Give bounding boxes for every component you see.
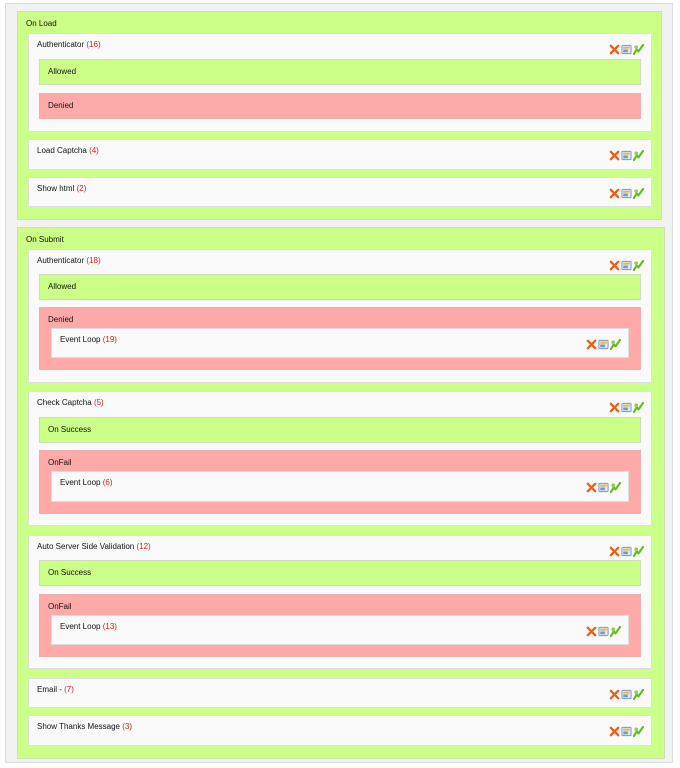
event-allowed: Allowed — [39, 274, 641, 300]
action-load-captcha: Load Captcha (4) — [28, 139, 652, 170]
event-label: OnFail — [48, 458, 72, 467]
action-event-loop: Event Loop (19) — [51, 328, 629, 358]
action-show-html: Show html (2) — [28, 177, 652, 207]
event-label: On Success — [48, 568, 92, 577]
action-label: Event Loop (6) — [60, 478, 113, 487]
event-label: On Success — [48, 425, 92, 434]
action-icons — [609, 188, 644, 199]
move-icon[interactable] — [633, 402, 644, 413]
action-count: (19) — [102, 335, 117, 344]
action-count: (4) — [89, 146, 99, 155]
action-label: Authenticator (18) — [37, 256, 101, 265]
edit-icon[interactable] — [621, 188, 632, 199]
event-label: Allowed — [48, 282, 77, 291]
action-icons — [609, 44, 644, 55]
event-label: Denied — [48, 315, 74, 324]
action-icons — [609, 546, 644, 557]
action-count: (13) — [102, 622, 117, 631]
action-count: (2) — [76, 184, 87, 193]
edit-icon[interactable] — [621, 260, 632, 271]
delete-icon[interactable] — [609, 726, 620, 737]
action-icons — [609, 150, 644, 161]
action-icons — [586, 626, 621, 637]
event-label: Allowed — [48, 67, 77, 76]
action-label: Check Captcha (5) — [37, 398, 104, 407]
action-show-thanks-message: Show Thanks Message (3) — [28, 715, 652, 746]
delete-icon[interactable] — [609, 150, 620, 161]
delete-icon[interactable] — [609, 402, 620, 413]
action-count: (6) — [102, 478, 113, 487]
action-count: (5) — [93, 398, 104, 407]
action-icons — [586, 482, 621, 493]
move-icon[interactable] — [633, 260, 644, 271]
event-on-success: On Success — [39, 560, 641, 586]
delete-icon[interactable] — [609, 546, 620, 557]
section-label: On Load — [26, 19, 57, 28]
action-icons — [586, 339, 621, 350]
move-icon[interactable] — [610, 626, 621, 637]
delete-icon[interactable] — [586, 482, 597, 493]
move-icon[interactable] — [633, 150, 644, 161]
action-icons — [609, 689, 644, 700]
delete-icon[interactable] — [609, 44, 620, 55]
action-count: (12) — [136, 542, 151, 551]
action-label: Load Captcha (4) — [37, 146, 99, 155]
action-event-loop: Event Loop (13) — [51, 615, 629, 645]
action-count: (18) — [86, 256, 101, 265]
event-label: Denied — [48, 101, 74, 110]
action-count: (3) — [122, 722, 133, 731]
delete-icon[interactable] — [609, 260, 620, 271]
action-label: Email - (7) — [37, 685, 74, 694]
action-label: Auto Server Side Validation (12) — [37, 542, 151, 551]
action-label: Show Thanks Message (3) — [37, 722, 133, 731]
action-label: Show html (2) — [37, 184, 87, 193]
move-icon[interactable] — [610, 339, 621, 350]
event-on-success: On Success — [39, 417, 641, 443]
move-icon[interactable] — [633, 689, 644, 700]
edit-icon[interactable] — [598, 482, 609, 493]
edit-icon[interactable] — [598, 626, 609, 637]
edit-icon[interactable] — [621, 726, 632, 737]
edit-icon[interactable] — [621, 546, 632, 557]
action-label: Authenticator (16) — [37, 40, 101, 49]
edit-icon[interactable] — [621, 689, 632, 700]
action-count: (7) — [64, 685, 74, 694]
action-icons — [609, 726, 644, 737]
delete-icon[interactable] — [586, 339, 597, 350]
action-count: (16) — [86, 40, 101, 49]
edit-icon[interactable] — [621, 402, 632, 413]
section-label: On Submit — [26, 235, 64, 244]
edit-icon[interactable] — [598, 339, 609, 350]
delete-icon[interactable] — [586, 626, 597, 637]
action-icons — [609, 402, 644, 413]
action-event-loop: Event Loop (6) — [51, 471, 629, 502]
delete-icon[interactable] — [609, 689, 620, 700]
event-label: OnFail — [48, 602, 72, 611]
move-icon[interactable] — [633, 188, 644, 199]
action-label: Event Loop (19) — [60, 335, 117, 344]
move-icon[interactable] — [633, 546, 644, 557]
event-allowed: Allowed — [39, 59, 641, 85]
action-email: Email - (7) — [28, 678, 652, 708]
move-icon[interactable] — [633, 44, 644, 55]
action-label: Event Loop (13) — [60, 622, 117, 631]
edit-icon[interactable] — [621, 150, 632, 161]
event-denied: Denied — [39, 93, 641, 119]
move-icon[interactable] — [633, 726, 644, 737]
edit-icon[interactable] — [621, 44, 632, 55]
delete-icon[interactable] — [609, 188, 620, 199]
move-icon[interactable] — [610, 482, 621, 493]
action-icons — [609, 260, 644, 271]
